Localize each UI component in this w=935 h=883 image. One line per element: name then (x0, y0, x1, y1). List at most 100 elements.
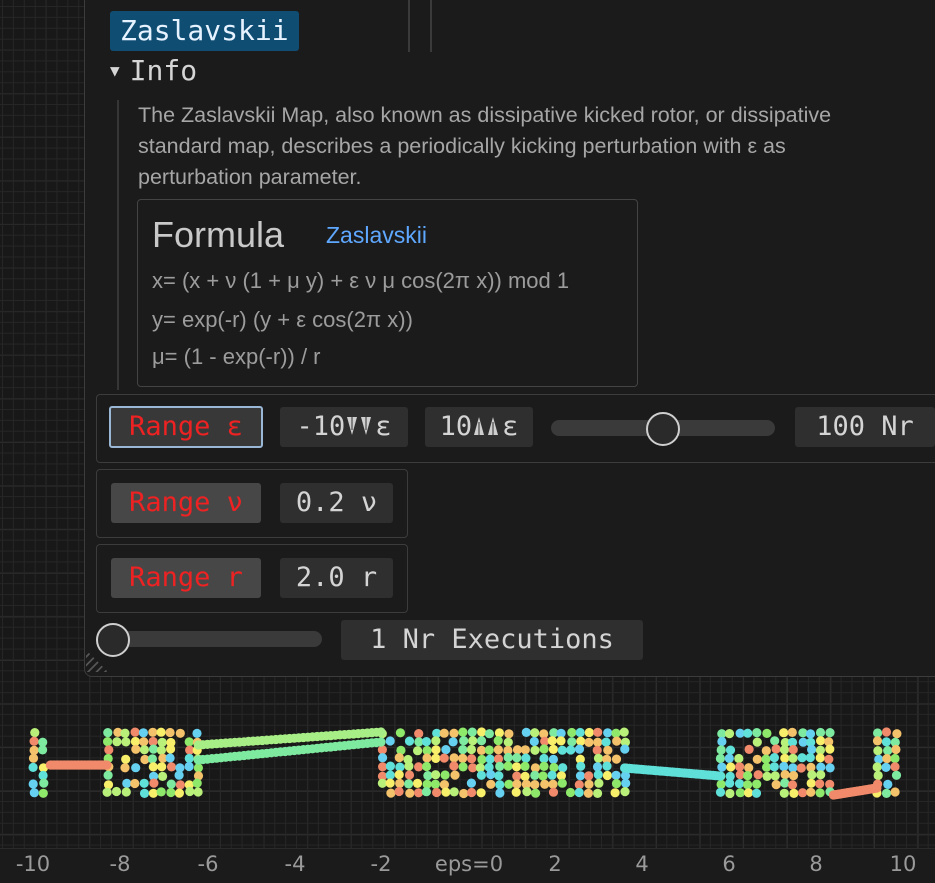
scatter-point (621, 778, 631, 788)
eps-max-field[interactable]: 10 ε (425, 407, 533, 447)
scatter-point (405, 788, 415, 798)
r-value-field[interactable]: 2.0 r (280, 558, 393, 598)
scatter-point (761, 746, 771, 756)
scatter-point (458, 745, 468, 755)
scatter-point (466, 778, 476, 788)
scatter-point (130, 727, 140, 737)
scatter-point (787, 727, 797, 738)
executions-slider-knob[interactable] (96, 623, 130, 657)
scatter-point (184, 753, 194, 764)
scatter-point (521, 753, 531, 763)
nu-value-field[interactable]: 0.2 ν (280, 483, 393, 523)
scatter-point (139, 788, 150, 799)
scatter-point (495, 761, 505, 772)
scatter-point (883, 746, 893, 756)
scatter-point (872, 762, 882, 772)
scatter-point (29, 788, 39, 798)
scatter-point (175, 728, 185, 738)
scatter-point (715, 753, 726, 764)
map-title-badge[interactable]: Zaslavskii (110, 11, 299, 51)
scatter-point (174, 770, 184, 780)
x-tick-label: eps=0 (434, 852, 504, 876)
scatter-point (512, 753, 522, 763)
scatter-point (530, 728, 540, 738)
scatter-point (725, 745, 736, 755)
scatter-point (771, 744, 781, 754)
scatter-point (771, 780, 781, 790)
nr-slider-knob[interactable] (646, 412, 680, 446)
scatter-point (716, 779, 726, 790)
range-r-button[interactable]: Range r (111, 558, 261, 598)
scatter-point (156, 787, 166, 797)
scatter-point (725, 788, 735, 799)
scatter-point (104, 745, 114, 755)
scatter-point (872, 783, 882, 793)
scatter-point (816, 736, 826, 746)
executions-slider-track[interactable] (98, 631, 322, 647)
scatter-point (148, 762, 158, 772)
scatter-point (539, 761, 549, 772)
scatter-point (511, 787, 521, 797)
scatter-point (422, 761, 432, 772)
scatter-point (166, 762, 177, 772)
scatter-point (602, 761, 612, 771)
scatter-point (377, 745, 387, 755)
info-collapsible-header[interactable]: ▼ Info (110, 54, 197, 87)
scatter-point (495, 788, 505, 798)
executions-field[interactable]: 1 Nr Executions (341, 620, 643, 660)
scatter-point (467, 727, 477, 737)
scatter-point (449, 728, 459, 738)
scatter-point (131, 763, 141, 773)
scatter-point (751, 788, 762, 798)
scatter-point (881, 737, 892, 747)
scatter-point (881, 788, 892, 799)
scatter-point (890, 762, 900, 772)
scatter-point (593, 727, 603, 737)
scatter-point (779, 745, 790, 755)
scatter-point (138, 728, 148, 738)
scatter-point (512, 779, 522, 789)
scatter-point (102, 760, 112, 770)
scatter-point (439, 728, 449, 738)
nr-field[interactable]: 100 Nr (795, 407, 935, 447)
scatter-point (468, 736, 478, 746)
scatter-point (593, 770, 603, 780)
info-header-label: Info (129, 54, 198, 87)
divider (430, 0, 432, 52)
scatter-point (610, 788, 620, 798)
range-nu-button[interactable]: Range ν (111, 483, 261, 523)
scatter-point (805, 753, 815, 763)
eps-min-field[interactable]: -10 ε (280, 407, 408, 447)
x-tick-label: -10 (15, 852, 51, 876)
scatter-point (28, 762, 38, 773)
up-arrows-icon (474, 417, 499, 435)
scatter-point (165, 727, 175, 738)
scatter-point (385, 778, 395, 788)
scatter-point (565, 787, 576, 798)
scatter-point (556, 736, 566, 746)
scatter-point (752, 754, 762, 764)
scatter-point (734, 753, 744, 764)
scatter-point (477, 727, 487, 737)
scatter-point (735, 762, 745, 772)
scatter-point (394, 786, 404, 797)
scatter-point (530, 745, 540, 755)
x-tick-label: -4 (284, 852, 306, 876)
scatter-point (503, 761, 513, 771)
formula-link[interactable]: Zaslavskii (326, 222, 427, 249)
scatter-point (779, 761, 789, 772)
scatter-point (798, 788, 808, 798)
scatter-point (38, 788, 48, 798)
scatter-point (743, 788, 754, 798)
scatter-point (815, 753, 825, 763)
scatter-point (476, 788, 486, 798)
x-tick-label: 4 (635, 852, 649, 876)
scatter-point (449, 753, 459, 763)
range-eps-button[interactable]: Range ε (109, 406, 263, 448)
info-description: The Zaslavskii Map, also known as dissip… (138, 103, 832, 189)
scatter-point (185, 786, 195, 797)
scatter-point (520, 745, 530, 755)
scatter-point (806, 778, 816, 788)
scatter-point (873, 728, 883, 738)
scatter-point (484, 729, 494, 739)
